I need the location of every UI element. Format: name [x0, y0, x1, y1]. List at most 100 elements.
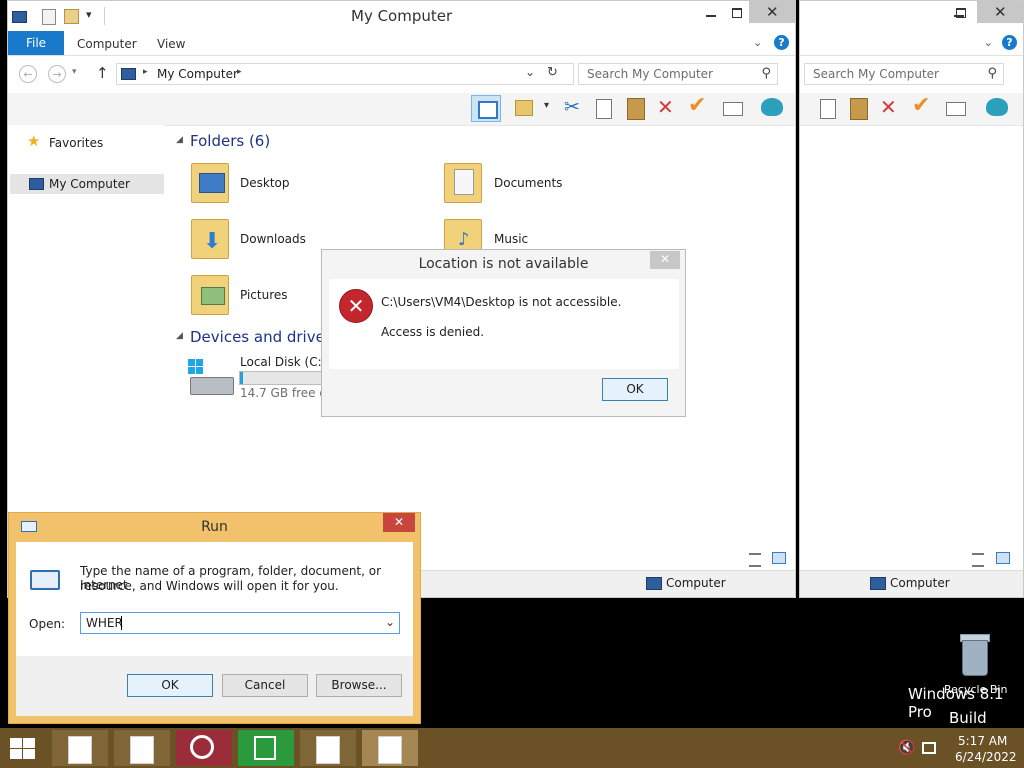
close-button[interactable]: ✕: [749, 1, 795, 23]
delete-icon[interactable]: ✕: [880, 95, 897, 119]
taskbar-item-store[interactable]: [238, 730, 294, 766]
search-icon: ⚲: [987, 66, 997, 81]
taskbar-item-document[interactable]: [300, 730, 356, 766]
folder-pictures-icon[interactable]: [189, 271, 229, 315]
close-button[interactable]: ✕: [383, 513, 415, 532]
view-tiles-icon[interactable]: [772, 552, 786, 564]
nav-item-my-computer[interactable]: My Computer: [10, 174, 164, 194]
nav-item-favorites[interactable]: Favorites: [49, 136, 103, 150]
copy-icon[interactable]: [596, 99, 612, 119]
dialog-body: ✕ C:\Users\VM4\Desktop is not accessible…: [329, 279, 679, 369]
view-details-icon[interactable]: [749, 553, 761, 567]
recent-locations-icon[interactable]: ▾: [72, 67, 77, 77]
search-placeholder: Search My Computer: [587, 67, 713, 81]
clock-date[interactable]: 6/24/2022: [955, 750, 1017, 764]
shell-icon[interactable]: [761, 98, 783, 116]
explorer-window-secondary: ✕ ⌄ ? Search My Computer ⚲ ✕ ✔ Computer: [799, 0, 1024, 598]
computer-icon: [646, 577, 662, 590]
folders-header[interactable]: Folders (6): [190, 132, 270, 150]
open-input-value[interactable]: WHER: [86, 616, 123, 630]
help-icon[interactable]: ?: [774, 35, 789, 50]
cancel-button[interactable]: Cancel: [222, 674, 308, 697]
preview-pane-button[interactable]: [471, 95, 501, 122]
properties-icon[interactable]: [42, 9, 56, 25]
address-dropdown-icon[interactable]: ⌄: [525, 65, 535, 79]
recycle-bin-icon[interactable]: [956, 632, 992, 676]
folder-label[interactable]: Documents: [494, 176, 562, 190]
forward-button[interactable]: →: [48, 65, 66, 83]
ok-button[interactable]: OK: [127, 674, 213, 697]
folder-label[interactable]: Desktop: [240, 176, 290, 190]
tab-computer[interactable]: Computer: [77, 37, 137, 51]
local-disk-icon[interactable]: [186, 357, 234, 397]
drive-label[interactable]: Local Disk (C:): [240, 355, 326, 369]
up-button[interactable]: ↑: [96, 64, 109, 82]
dialog-title: Location is not available: [418, 256, 589, 272]
folder-downloads-icon[interactable]: ⬇: [189, 215, 229, 259]
chevron-down-icon[interactable]: ▾: [544, 100, 549, 111]
rename-icon[interactable]: [946, 102, 966, 116]
taskbar-item-document[interactable]: [114, 730, 170, 766]
clock-time[interactable]: 5:17 AM: [958, 734, 1007, 748]
computer-icon: [121, 68, 136, 80]
ok-button[interactable]: OK: [602, 378, 668, 401]
nav-item-label: My Computer: [49, 177, 130, 191]
rename-icon[interactable]: [723, 102, 743, 116]
tab-file[interactable]: File: [8, 31, 64, 55]
title-bar: ✕: [800, 1, 1023, 31]
volume-muted-icon[interactable]: 🔇: [898, 740, 915, 756]
folder-label[interactable]: Music: [494, 232, 528, 246]
collapse-arrow-icon[interactable]: ◢: [176, 135, 183, 145]
chevron-down-icon[interactable]: ⌄: [984, 36, 993, 49]
maximize-button[interactable]: [722, 1, 752, 23]
folder-label[interactable]: Downloads: [240, 232, 306, 246]
windows-logo-icon: [188, 359, 204, 375]
view-tiles-icon[interactable]: [996, 552, 1010, 564]
back-button[interactable]: ←: [19, 65, 37, 83]
error-icon: ✕: [339, 289, 373, 323]
tab-view[interactable]: View: [157, 37, 185, 51]
shell-icon[interactable]: [986, 98, 1008, 116]
collapse-arrow-icon[interactable]: ◢: [176, 331, 183, 341]
close-button[interactable]: ✕: [977, 1, 1023, 23]
checkmark-icon[interactable]: ✔: [912, 93, 930, 118]
taskbar-item-document-active[interactable]: [362, 730, 418, 766]
view-details-icon[interactable]: [972, 553, 984, 567]
folder-documents-icon[interactable]: [442, 159, 482, 203]
breadcrumb[interactable]: My Computer: [157, 67, 238, 81]
open-combobox[interactable]: WHER ⌄: [80, 612, 400, 634]
paste-icon[interactable]: [627, 98, 645, 120]
taskbar-item-alarms[interactable]: [176, 730, 232, 766]
browse-button[interactable]: Browse...: [316, 674, 402, 697]
recycle-bin-label[interactable]: Recycle Bin: [944, 683, 1007, 696]
refresh-icon[interactable]: ↻: [547, 65, 558, 80]
maximize-icon: [956, 8, 966, 18]
computer-icon: [29, 178, 44, 190]
folder-label[interactable]: Pictures: [240, 288, 288, 302]
start-button[interactable]: [6, 734, 38, 762]
delete-icon[interactable]: ✕: [657, 95, 674, 119]
paste-icon[interactable]: [850, 98, 868, 120]
search-icon: ⚲: [761, 66, 771, 81]
address-bar[interactable]: ▸ My Computer ▸ ⌄ ↻: [116, 63, 574, 85]
search-input[interactable]: Search My Computer ⚲: [804, 63, 1004, 85]
close-icon: ✕: [660, 252, 671, 266]
close-button[interactable]: ✕: [650, 251, 680, 269]
chevron-down-icon[interactable]: ▾: [86, 8, 92, 21]
drive-usage-fill: [240, 372, 243, 384]
help-icon[interactable]: ?: [1002, 35, 1017, 50]
chevron-down-icon[interactable]: ⌄: [385, 615, 395, 629]
cut-icon[interactable]: ✂: [564, 96, 580, 118]
chevron-down-icon[interactable]: ⌄: [753, 36, 762, 49]
taskbar-item-document[interactable]: [52, 730, 108, 766]
new-folder-icon[interactable]: [64, 9, 79, 24]
window-title: My Computer: [351, 7, 453, 25]
copy-icon[interactable]: [820, 99, 836, 119]
maximize-button[interactable]: [946, 1, 976, 23]
folder-desktop-icon[interactable]: [189, 159, 229, 203]
checkmark-icon[interactable]: ✔: [688, 93, 706, 118]
status-text: Computer: [890, 576, 950, 590]
search-input[interactable]: Search My Computer ⚲: [578, 63, 778, 85]
folder-options-icon[interactable]: [515, 100, 533, 116]
network-icon[interactable]: [922, 742, 936, 754]
